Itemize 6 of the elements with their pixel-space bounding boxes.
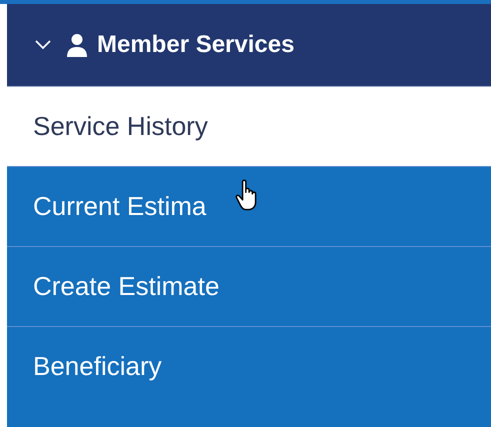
menu-item[interactable]: Current Estima bbox=[7, 166, 491, 246]
menu-header[interactable]: Member Services bbox=[7, 4, 491, 86]
menu-item[interactable]: Create Estimate bbox=[7, 246, 491, 326]
menu-title: Member Services bbox=[97, 31, 294, 59]
person-icon bbox=[67, 33, 87, 57]
menu-item[interactable]: Beneficiary bbox=[7, 326, 491, 406]
